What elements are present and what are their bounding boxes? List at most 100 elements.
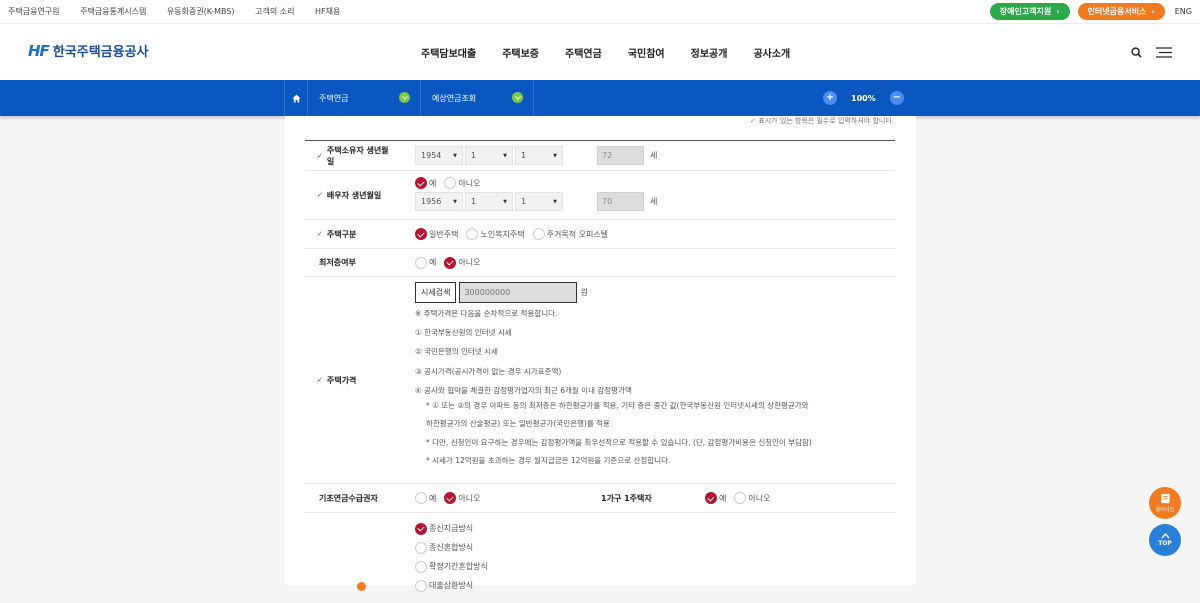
spouse-birth-month-select[interactable]: 1 ▼ — [465, 192, 513, 211]
payment-fixed-mixed-label: 확정기간혼합방식 — [429, 562, 488, 571]
one-house-yes-label: 예 — [719, 493, 727, 503]
house-type-general-label: 일반주택 — [429, 229, 459, 239]
spouse-yes-radio[interactable]: 예 — [415, 177, 436, 189]
utility-link-recruit[interactable]: HF채용 — [315, 7, 340, 16]
accessibility-support-button[interactable]: 장애인고객지원 › — [989, 3, 1070, 20]
price-rule-3: ③ 공시가격(공시가격이 없는 경우 시가표준액) — [415, 366, 562, 376]
required-notice: ✓ 표시가 있는 항목은 필수로 입력하셔야 합니다. — [750, 116, 894, 126]
house-type-general-radio[interactable]: 일반주택 — [415, 228, 458, 240]
hamburger-menu-icon[interactable] — [1156, 43, 1172, 62]
price-rule-1: ① 한국부동산원의 인터넷 시세 — [415, 327, 512, 337]
radio-unchecked-icon — [532, 228, 545, 240]
basic-pension-label: 기초연금수급권자 — [319, 493, 378, 503]
gnb-guarantee[interactable]: 주택보증 — [502, 45, 539, 60]
basic-pension-yes-radio[interactable]: 예 — [415, 492, 436, 504]
house-type-officetel-radio[interactable]: 주거목적 오피스텔 — [532, 228, 608, 240]
glossary-label: 용어사전 — [1155, 507, 1175, 513]
owner-birth-month-value: 1 — [471, 151, 477, 160]
internet-banking-label: 인터넷금융서비스 — [1087, 7, 1147, 16]
payment-method-label — [305, 513, 395, 603]
location-menu-pension-label: 주택연금 — [319, 93, 349, 103]
glossary-float-button[interactable]: 용어사전 — [1149, 487, 1181, 519]
radio-checked-icon — [705, 492, 717, 504]
one-house-no-label: 아니오 — [748, 493, 771, 503]
owner-birth-month-select[interactable]: 1 ▼ — [465, 146, 513, 165]
one-house-no-radio[interactable]: 아니오 — [734, 492, 770, 504]
owner-age-field: 72 — [597, 146, 644, 165]
radio-unchecked-icon — [466, 228, 479, 240]
spouse-birth-day-select[interactable]: 1 ▼ — [515, 192, 563, 211]
payment-loan-repay-radio[interactable]: 대출상환방식 — [415, 579, 473, 592]
zoom-control: + 100% − — [823, 91, 904, 105]
top-label: TOP — [1158, 540, 1172, 547]
lowest-floor-no-radio[interactable]: 아니오 — [444, 256, 480, 269]
chevron-down-icon — [399, 92, 410, 103]
spouse-birth-day-value: 1 — [521, 197, 527, 206]
location-menu-pension[interactable]: 주택연금 — [308, 80, 421, 116]
language-eng-link[interactable]: ENG — [1175, 7, 1192, 16]
lowest-floor-label: 최저층여부 — [319, 258, 356, 267]
spouse-no-radio[interactable]: 아니오 — [444, 177, 480, 189]
zoom-level: 100% — [851, 93, 876, 103]
location-menu-estimate[interactable]: 예상연금조회 — [421, 80, 534, 116]
gnb-disclosure[interactable]: 정보공개 — [691, 45, 728, 60]
owner-birth-day-select[interactable]: 1 ▼ — [515, 146, 563, 165]
caret-down-icon: ▼ — [503, 198, 507, 205]
search-icon[interactable] — [1131, 43, 1142, 62]
owner-birth-year-select[interactable]: 1954 ▼ — [415, 146, 463, 165]
form-table: ✓ 주택소유자 생년월일 1954 ▼ 1 ▼ 1 ▼ 72 세 ✓ 배우자 생년월일 예… — [305, 140, 895, 603]
gnb-participation[interactable]: 국민참여 — [628, 45, 665, 60]
required-check-icon: ✓ — [317, 191, 323, 199]
zoom-out-button[interactable]: − — [889, 91, 904, 105]
home-icon[interactable] — [284, 80, 308, 116]
owner-birth-value: 1954 ▼ 1 ▼ 1 ▼ 72 세 — [395, 141, 895, 170]
logo-mark: HF — [28, 41, 50, 60]
row-payment-method: 종신지급방식 종신혼합방식 확정기간혼합방식 대출상환방식 — [305, 513, 895, 603]
chevron-right-icon: › — [1056, 7, 1060, 16]
basic-pension-value: 예 아니오 — [395, 484, 601, 512]
required-check-icon: ✓ — [317, 151, 323, 160]
row-lowest-floor: 최저층여부 예 아니오 — [305, 249, 895, 277]
utility-link-stats[interactable]: 주택금융통계시스템 — [80, 7, 146, 16]
house-price-input[interactable]: 300000000 — [459, 282, 578, 303]
payment-lifetime-mixed-label: 종신혼합방식 — [429, 543, 474, 552]
one-house-value: 예 아니오 — [695, 484, 895, 512]
calculator-form: ✓ 표시가 있는 항목은 필수로 입력하셔야 합니다. ✓ 주택소유자 생년월일 … — [285, 116, 916, 592]
radio-checked-icon — [444, 492, 457, 504]
utility-link-research[interactable]: 주택금융연구원 — [8, 7, 60, 16]
utility-links: 주택금융연구원 주택금융통계시스템 유동화증권(K-MBS) 고객의 소리 HF… — [8, 6, 358, 17]
radio-unchecked-icon — [415, 541, 427, 554]
spouse-birth-year-value: 1956 — [421, 197, 442, 206]
owner-birth-day-value: 1 — [521, 151, 527, 160]
radio-checked-icon — [415, 522, 427, 535]
caret-down-icon: ▼ — [503, 152, 507, 159]
lowest-floor-yes-radio[interactable]: 예 — [415, 256, 436, 269]
price-search-button[interactable]: 시세검색 — [415, 282, 457, 303]
zoom-in-button[interactable]: + — [823, 91, 837, 105]
site-logo[interactable]: HF 한국주택금융공사 — [28, 41, 149, 61]
row-basic-pension: 기초연금수급권자 예 아니오 1가구 1주택자 예 아니오 — [305, 484, 895, 513]
payment-lifetime-mixed-radio[interactable]: 종신혼합방식 — [415, 541, 474, 554]
radio-unchecked-icon — [415, 560, 427, 573]
payment-lifetime-radio[interactable]: 종신지급방식 — [415, 522, 473, 535]
book-icon — [1160, 493, 1170, 504]
spouse-age-field: 70 — [597, 192, 644, 211]
one-house-yes-radio[interactable]: 예 — [705, 492, 726, 504]
help-badge-icon[interactable] — [357, 582, 366, 591]
spouse-birth-year-select[interactable]: 1956 ▼ — [415, 192, 463, 211]
row-house-type: ✓ 주택구분 일반주택 노인복지주택 주거목적 오피스텔 — [305, 220, 895, 249]
gnb-pension[interactable]: 주택연금 — [565, 45, 602, 60]
gnb-about[interactable]: 공사소개 — [753, 45, 790, 60]
top-float-button[interactable]: TOP — [1149, 524, 1181, 556]
internet-banking-button[interactable]: 인터넷금융서비스 › — [1077, 3, 1165, 20]
required-notice-text: 표시가 있는 항목은 필수로 입력하셔야 합니다. — [758, 117, 894, 125]
house-type-senior-radio[interactable]: 노인복지주택 — [466, 228, 525, 240]
utility-link-kmbs[interactable]: 유동화증권(K-MBS) — [167, 7, 235, 16]
radio-unchecked-icon — [415, 579, 427, 592]
payment-fixed-mixed-radio[interactable]: 확정기간혼합방식 — [415, 560, 488, 573]
utility-bar: 주택금융연구원 주택금융통계시스템 유동화증권(K-MBS) 고객의 소리 HF… — [0, 0, 1200, 24]
utility-link-voice[interactable]: 고객의 소리 — [255, 7, 294, 16]
radio-checked-icon — [444, 256, 457, 269]
basic-pension-no-radio[interactable]: 아니오 — [444, 492, 480, 504]
gnb-mortgage[interactable]: 주택담보대출 — [421, 45, 476, 60]
